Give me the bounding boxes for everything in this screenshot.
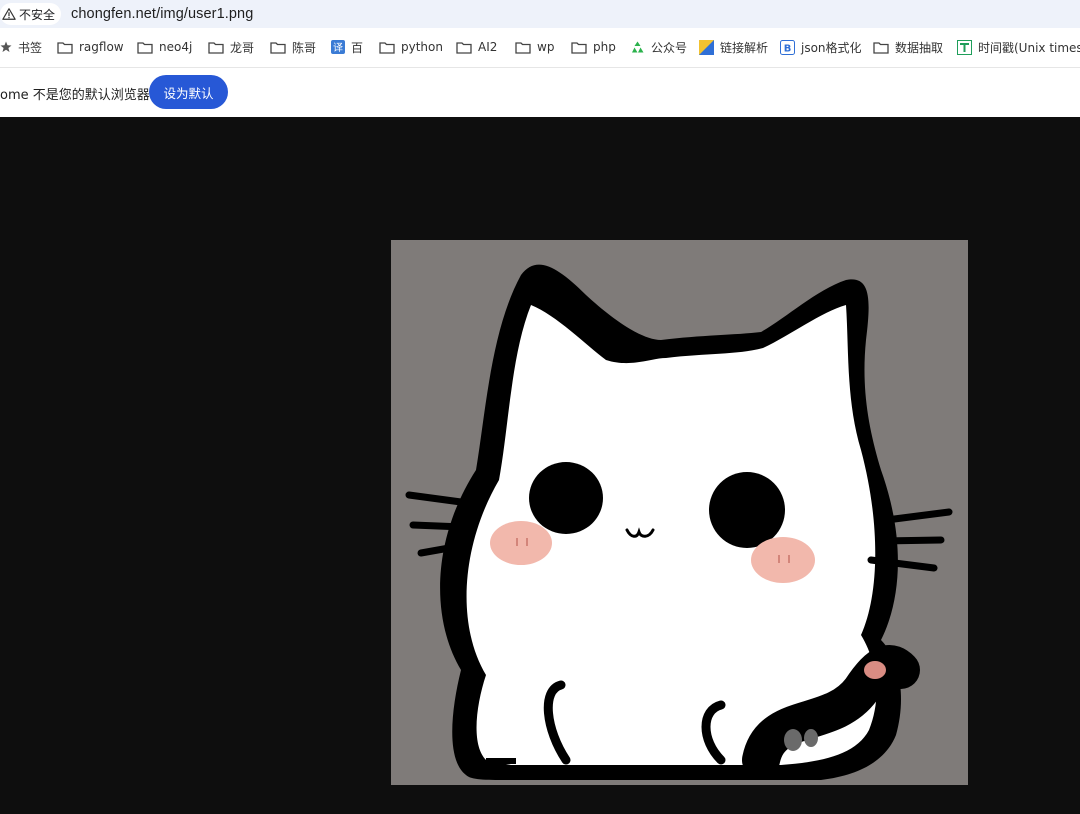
bookmark-folder[interactable]: neo4j bbox=[137, 33, 192, 61]
timestamp-icon bbox=[957, 39, 972, 55]
bookmark-folder[interactable]: ragflow bbox=[57, 33, 124, 61]
address-bar[interactable]: 不安全 chongfen.net/img/user1.png bbox=[0, 0, 1080, 28]
bookmark-folder[interactable]: wp bbox=[515, 33, 554, 61]
folder-icon bbox=[208, 41, 224, 54]
folder-icon bbox=[57, 41, 73, 54]
bookmark-item[interactable]: 时间戳(Unix timest... bbox=[957, 33, 1080, 61]
cat-image[interactable] bbox=[391, 240, 968, 785]
wechat-recycle-icon bbox=[632, 41, 644, 52]
bookmark-item[interactable]: 公众号 bbox=[630, 33, 687, 61]
folder-icon bbox=[456, 41, 472, 54]
bookmark-item[interactable]: B json格式化 bbox=[780, 33, 862, 61]
bookmark-item[interactable]: 译 百 bbox=[331, 33, 363, 61]
translate-icon: 译 bbox=[331, 40, 345, 54]
url-text[interactable]: chongfen.net/img/user1.png bbox=[71, 6, 253, 22]
bookmark-folder[interactable]: python bbox=[379, 33, 443, 61]
folder-icon bbox=[379, 41, 395, 54]
default-browser-infobar: ome 不是您的默认浏览器 设为默认 bbox=[0, 67, 1080, 117]
security-label: 不安全 bbox=[19, 7, 56, 22]
folder-icon bbox=[515, 41, 531, 54]
bookmark-folder[interactable]: AI2 bbox=[456, 33, 497, 61]
bookmark-folder[interactable]: 陈哥 bbox=[270, 33, 316, 61]
folder-icon bbox=[571, 41, 587, 54]
bookmark-folder[interactable]: 龙哥 bbox=[208, 33, 254, 61]
folder-icon bbox=[137, 41, 153, 54]
link-parse-icon bbox=[699, 39, 714, 55]
bookmarks-bar: 书签 ragflow neo4j 龙哥 陈哥 译 百 python AI2 wp… bbox=[0, 28, 1080, 67]
set-default-button[interactable]: 设为默认 bbox=[149, 75, 228, 109]
warning-icon bbox=[2, 8, 16, 20]
folder-icon bbox=[270, 41, 286, 54]
star-icon bbox=[0, 41, 12, 52]
infobar-message: ome 不是您的默认浏览器 bbox=[0, 88, 150, 103]
folder-icon bbox=[873, 41, 889, 54]
bookmark-item[interactable]: 链接解析 bbox=[699, 33, 768, 61]
bookmark-folder[interactable]: 数据抽取 bbox=[873, 33, 943, 61]
bookmark-folder[interactable]: php bbox=[571, 33, 616, 61]
cat-illustration bbox=[391, 240, 968, 785]
image-viewport bbox=[0, 117, 1080, 814]
svg-text:译: 译 bbox=[333, 42, 343, 54]
json-icon: B bbox=[780, 39, 795, 55]
security-indicator[interactable]: 不安全 bbox=[0, 3, 62, 25]
bookmark-item[interactable]: 书签 bbox=[0, 33, 42, 61]
svg-text:B: B bbox=[784, 43, 792, 54]
